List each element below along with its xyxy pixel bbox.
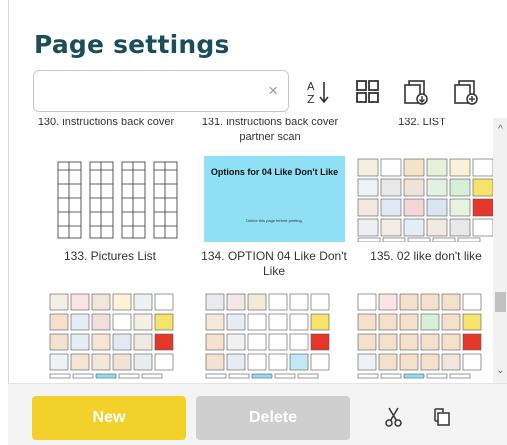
grid-view-icon[interactable] (354, 78, 382, 106)
page-caption: 131. instructions back cover partner sca… (201, 118, 339, 143)
page-caption: 134. OPTION 04 Like Don't Like (201, 249, 347, 278)
scrollbar-thumb[interactable] (495, 292, 506, 312)
page-caption: 132. LIST (398, 118, 446, 128)
page-item-135[interactable]: 135. 02 like don't like (351, 249, 501, 264)
search-input[interactable] (42, 81, 257, 101)
page-item-132[interactable]: 132. LIST (347, 118, 497, 130)
page-caption: 130. instructions back cover (37, 118, 175, 128)
add-page-icon[interactable] (452, 78, 480, 106)
symbol-grid-preview (357, 293, 482, 379)
page-thumbnail-133[interactable] (40, 156, 181, 242)
symbol-grid-preview (356, 156, 497, 243)
page-item-130[interactable]: 130. instructions back cover (33, 118, 181, 130)
page-item-134[interactable]: 134. OPTION 04 Like Don't Like (199, 249, 349, 279)
page-item-131[interactable]: 131. instructions back cover partner sca… (195, 118, 345, 145)
symbol-grid-preview (49, 293, 174, 379)
import-page-icon[interactable] (402, 78, 430, 106)
scroll-up-icon[interactable]: ^ (493, 122, 507, 138)
delete-button[interactable]: Delete (196, 396, 350, 440)
list-grid-preview (57, 161, 178, 239)
page-caption: 135. 02 like don't like (370, 249, 482, 263)
page-caption: 133. Pictures List (63, 249, 157, 263)
option-preview-note: Delete this page before printing. (246, 218, 303, 223)
sort-az-icon[interactable]: A Z (304, 78, 332, 106)
page-thumbnail-136[interactable] (48, 292, 181, 383)
page-list-scrollbar[interactable]: ^ ⌄ (493, 118, 507, 383)
option-preview-title: Options for 04 Like Don't Like (210, 167, 339, 177)
clear-icon[interactable]: × (268, 81, 278, 101)
svg-text:Z: Z (307, 93, 315, 106)
copy-icon[interactable] (431, 406, 453, 428)
symbol-grid-preview (205, 293, 330, 379)
new-button[interactable]: New (32, 396, 186, 440)
scroll-down-icon[interactable]: ⌄ (493, 363, 507, 379)
page-thumbnail-137[interactable] (204, 292, 337, 383)
search-box[interactable]: × (33, 70, 289, 112)
action-bar: New Delete (8, 383, 507, 445)
svg-text:A: A (307, 80, 315, 93)
page-list: 130. instructions back cover 131. instru… (33, 118, 507, 383)
page-title: Page settings (34, 30, 230, 59)
cut-icon[interactable] (383, 406, 405, 428)
page-thumbnail-135[interactable] (356, 156, 497, 243)
page-item-133[interactable]: 133. Pictures List (35, 249, 185, 264)
page-thumbnail-138[interactable] (356, 292, 489, 383)
page-settings-dialog: Page settings × A Z 130. instructions ba… (8, 0, 507, 445)
page-thumbnail-134[interactable]: Options for 04 Like Don't Like Delete th… (204, 156, 345, 242)
